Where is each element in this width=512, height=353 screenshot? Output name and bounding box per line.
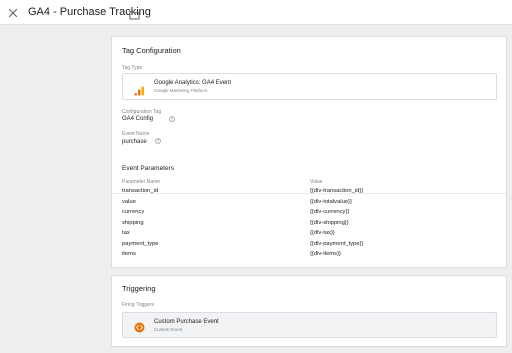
tag-type-tile[interactable]: Google Analytics: GA4 Event Google Marke… [122,73,497,100]
table-row: tax {{dlv-tax}} [122,230,498,241]
top-bar: GA4 - Purchase Tracking [0,0,512,25]
close-icon[interactable] [7,6,19,18]
help-icon[interactable] [169,109,175,122]
tag-configuration-title: Tag Configuration [122,46,181,55]
tag-type-name: Google Analytics: GA4 Event [154,80,232,86]
parameter-value: {{dlv-items}} [310,251,341,257]
ga-bars-icon [134,83,145,96]
table-row: value {{dlv-totalvalue}} [122,199,498,210]
tag-configuration-card[interactable]: Tag Configuration Tag Type Google Analyt… [111,36,507,268]
table-header-row: Parameter Name Value [122,179,498,188]
tag-type-vendor: Google Marketing Platform [154,88,208,93]
parameter-value: {{dlv-tax}} [310,230,335,236]
tag-type-label: Tag Type [122,65,143,71]
parameter-name: currency [122,209,145,215]
parameter-name: value [122,198,136,205]
event-name-label: Event Name [122,131,150,137]
table-row: payment_type {{dlv-payment_type}} [122,241,498,252]
parameter-value: {{dlv-currency}} [310,209,350,215]
trigger-tile[interactable]: Custom Purchase Event Custom Event [122,312,497,338]
triggering-title: Triggering [122,284,156,293]
configuration-tag-label: Configuration Tag [122,109,162,115]
table-row: currency {{dlv-currency}} [122,209,498,220]
parameter-name: transaction_id [122,188,159,194]
event-name-value: purchase [122,139,147,145]
folder-icon[interactable] [129,7,140,20]
firing-triggers-label: Firing Triggers [122,302,154,308]
trigger-name: Custom Purchase Event [154,319,219,325]
table-row: shipping {{dlv-shipping}} [122,220,498,231]
parameter-value: {{dlv-totalvalue}} [310,198,352,205]
parameter-value: {{dlv-shipping}} [310,219,349,226]
trigger-type: Custom Event [154,327,183,332]
event-parameters-title: Event Parameters [122,165,175,172]
parameter-name: items [122,251,136,257]
column-header-name: Parameter Name [122,179,161,185]
triggering-card[interactable]: Triggering Firing Triggers Custom Purcha… [111,275,507,347]
parameter-name: tax [122,230,130,236]
parameter-value: {{dlv-payment_type}} [310,240,364,247]
parameter-name: shipping [122,219,144,226]
parameter-name: payment_type [122,240,159,247]
event-parameters-table: Parameter Name Value transaction_id {{dl… [122,179,498,262]
parameter-value: {{dlv-transaction_id}} [310,188,364,194]
column-header-value: Value [310,179,323,185]
configuration-tag-value: GA4 Config [122,116,154,122]
custom-event-icon [134,320,145,333]
help-icon[interactable] [155,131,161,144]
table-row: transaction_id {{dlv-transaction_id}} [122,188,498,199]
table-row: items {{dlv-items}} [122,251,498,262]
